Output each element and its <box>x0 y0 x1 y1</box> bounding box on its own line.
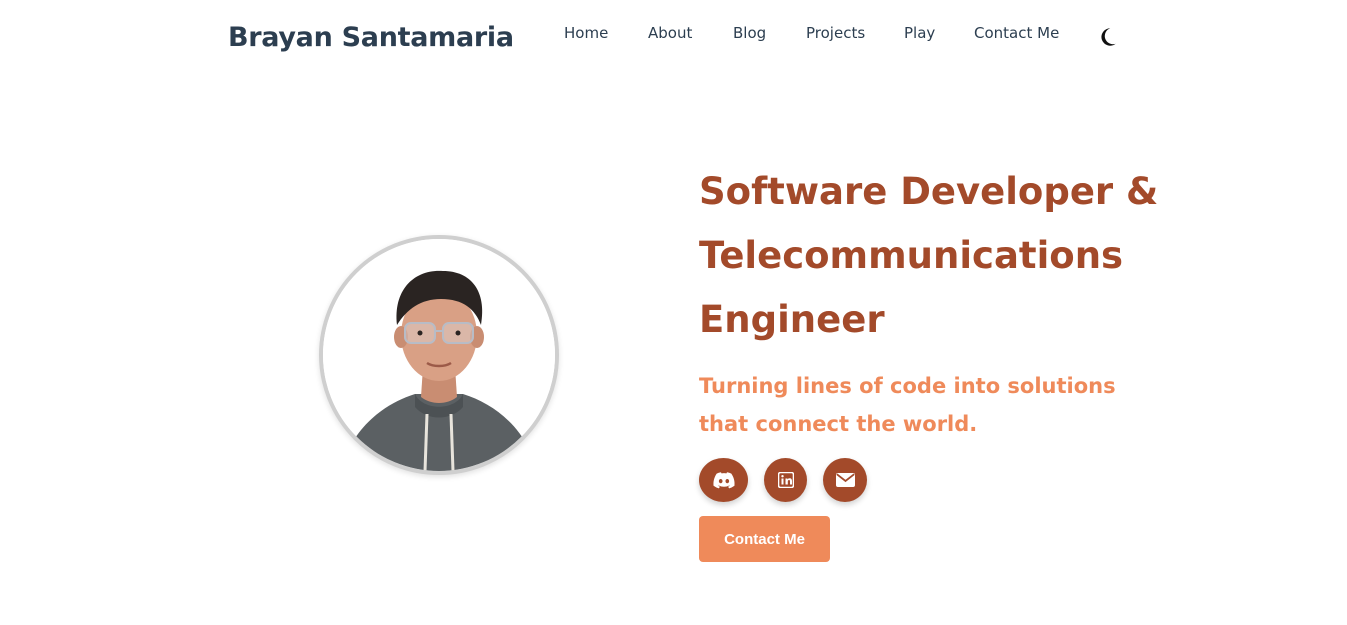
nav-contact[interactable]: Contact Me <box>974 24 1059 42</box>
discord-button[interactable] <box>699 458 748 502</box>
theme-toggle-button[interactable] <box>1094 24 1120 50</box>
email-button[interactable] <box>823 458 867 502</box>
person-portrait <box>323 239 555 471</box>
site-header: Brayan Santamaria Home About Blog Projec… <box>0 0 1347 80</box>
moon-icon <box>1101 28 1116 46</box>
linkedin-icon <box>777 472 794 488</box>
headline-line: Telecommunications <box>699 234 1124 277</box>
linkedin-button[interactable] <box>764 458 807 502</box>
headline-line: Engineer <box>699 298 885 341</box>
nav-home[interactable]: Home <box>564 24 608 42</box>
nav-projects[interactable]: Projects <box>806 24 865 42</box>
nav-play[interactable]: Play <box>904 24 935 42</box>
headline-line: Software Developer & <box>699 170 1159 213</box>
nav-about[interactable]: About <box>648 24 692 42</box>
profile-photo <box>319 235 559 475</box>
hero-headline: Software Developer & Telecommunications … <box>699 160 1169 352</box>
envelope-icon <box>835 473 855 487</box>
discord-icon <box>712 471 735 488</box>
contact-me-button[interactable]: Contact Me <box>699 516 830 562</box>
tagline-line: Turning lines of code into solutions <box>699 374 1116 398</box>
tagline-line: that connect the world. <box>699 412 978 436</box>
brand-link[interactable]: Brayan Santamaria <box>228 22 514 53</box>
hero-tagline: Turning lines of code into solutions tha… <box>699 367 1139 443</box>
nav-blog[interactable]: Blog <box>733 24 766 42</box>
